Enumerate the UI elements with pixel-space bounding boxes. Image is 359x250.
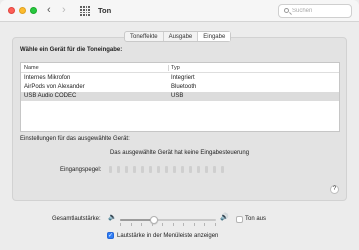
volume-fill (120, 219, 154, 221)
mute-label: Ton aus (245, 216, 267, 222)
level-bar (205, 166, 208, 173)
show-in-menubar-label: Lautstärke in der Menüleiste anzeigen (117, 233, 219, 239)
titlebar: ‹ › Ton (0, 0, 359, 22)
slider-tick (183, 223, 185, 226)
level-bar (221, 166, 224, 173)
help-icon[interactable]: ? (330, 185, 339, 194)
device-table[interactable]: Name Typ Internes Mikrofon Integriert Ai… (20, 62, 340, 132)
level-bar (117, 166, 120, 173)
search-input[interactable] (292, 5, 350, 17)
level-bar (197, 166, 200, 173)
slider-tick (172, 223, 174, 226)
device-name: AirPods von Alexander (24, 84, 85, 90)
level-bar (133, 166, 136, 173)
slider-tick (215, 223, 216, 226)
level-bar (157, 166, 160, 173)
zoom-button[interactable] (30, 7, 37, 14)
device-list-heading: Wähle ein Gerät für die Toneingabe: (20, 47, 123, 53)
search-field[interactable] (278, 4, 352, 18)
device-settings-label: Einstellungen für das ausgewählte Gerät: (20, 136, 130, 142)
column-header-type[interactable]: Typ (171, 65, 180, 71)
slider-tick (193, 223, 195, 226)
column-divider (168, 65, 169, 71)
output-volume-label: Gesamtlautstärke: (52, 216, 101, 222)
tab-toneffekte[interactable]: Toneffekte (125, 32, 164, 41)
mute-checkbox[interactable] (236, 216, 243, 223)
table-row-selected[interactable]: USB Audio CODEC USB (21, 92, 339, 101)
level-bar (213, 166, 216, 173)
speaker-high-icon: 🔊 (220, 214, 229, 221)
minimize-button[interactable] (19, 7, 26, 14)
no-input-control-message: Das ausgewählte Gerät hat keine Eingabes… (109, 150, 250, 156)
input-level-meter (109, 166, 224, 173)
tab-bar: Toneffekte Ausgabe Eingabe (124, 31, 232, 42)
sound-preferences-window: ‹ › Ton Toneffekte Ausgabe Eingabe Wähle… (0, 0, 359, 250)
back-icon[interactable]: ‹ (47, 4, 51, 16)
slider-tick (130, 223, 132, 226)
device-type: Integriert (171, 75, 195, 81)
device-type: USB (171, 93, 184, 99)
search-icon (284, 8, 289, 13)
column-header-name[interactable]: Name (24, 65, 39, 71)
level-bar (141, 166, 144, 173)
tab-ausgabe[interactable]: Ausgabe (164, 32, 199, 41)
table-header: Name Typ (21, 63, 339, 73)
level-bar (189, 166, 192, 173)
grid-icon[interactable] (80, 6, 90, 16)
forward-icon[interactable]: › (62, 4, 66, 16)
output-volume-slider[interactable] (120, 216, 216, 226)
device-name: Internes Mikrofon (24, 75, 71, 81)
slider-tick (204, 223, 206, 226)
slider-tick (141, 223, 143, 226)
level-bar (125, 166, 128, 173)
level-bar (181, 166, 184, 173)
slider-tick (162, 223, 164, 226)
level-bar (173, 166, 176, 173)
level-bar (149, 166, 152, 173)
slider-tick (120, 223, 121, 226)
close-button[interactable] (8, 7, 15, 14)
table-row[interactable]: Internes Mikrofon Integriert (21, 74, 339, 83)
window-title: Ton (98, 6, 112, 15)
show-in-menubar-checkbox[interactable]: ✓ (107, 232, 114, 239)
device-type: Bluetooth (171, 84, 197, 90)
slider-tick (151, 223, 153, 226)
device-name: USB Audio CODEC (24, 93, 77, 99)
level-bar (165, 166, 168, 173)
input-level-label: Eingangspegel: (60, 167, 102, 173)
table-row[interactable]: AirPods von Alexander Bluetooth (21, 83, 339, 92)
tab-eingabe[interactable]: Eingabe (198, 32, 231, 41)
level-bar (109, 166, 112, 173)
speaker-low-icon: 🔈 (108, 214, 117, 221)
